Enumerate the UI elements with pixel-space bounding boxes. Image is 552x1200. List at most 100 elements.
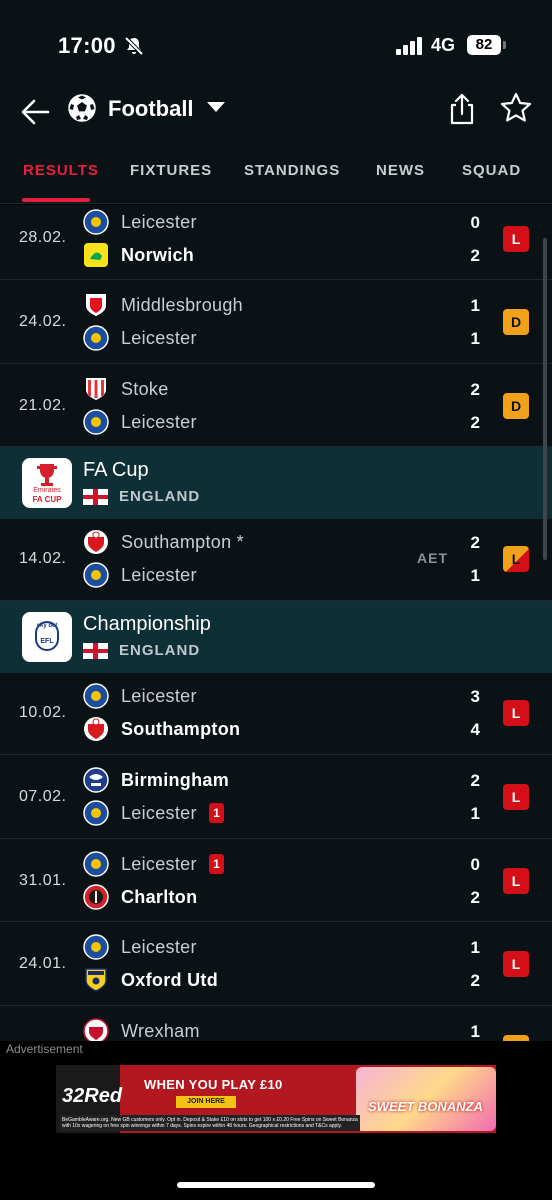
football-icon	[68, 94, 96, 122]
home-score: 2	[470, 771, 480, 790]
competition-name: FA Cup	[83, 459, 149, 481]
red-card-icon: 1	[209, 803, 224, 823]
sport-title[interactable]: Football	[108, 96, 194, 122]
competition-country: ENGLAND	[119, 488, 201, 505]
match-row[interactable]: Wrexham 1	[0, 1006, 552, 1041]
match-row[interactable]: 07.02. Birmingham 2 Leicester 1 1 L	[0, 755, 552, 839]
leicester-crest-icon	[83, 209, 109, 235]
competition-header-championship[interactable]: sky bet EFL Championship ENGLAND	[0, 601, 552, 673]
home-team: Leicester	[121, 937, 197, 957]
ad-headline: WHEN YOU PLAY £10	[144, 1077, 283, 1092]
ad-join-button[interactable]: JOIN HERE	[176, 1096, 236, 1108]
leicester-crest-icon	[83, 409, 109, 435]
ad-game-title: SWEET BONANZA	[368, 1099, 483, 1114]
stoke-crest-icon	[86, 378, 106, 400]
ad-small-print: BeGambleAware.org. New GB customers only…	[60, 1115, 360, 1131]
championship-logo: sky bet EFL	[22, 612, 72, 662]
results-list[interactable]: 28.02. Leicester 0 Norwich 2 L 24.02. Mi…	[0, 205, 552, 1041]
home-team: Wrexham	[121, 1021, 200, 1041]
competition-header-fa-cup[interactable]: Emirates FA CUP FA Cup ENGLAND	[0, 447, 552, 519]
match-date: 21.02.	[19, 397, 67, 414]
advertisement: Advertisement 32Red WHEN YOU PLAY £10 JO…	[0, 1041, 552, 1200]
share-icon[interactable]	[446, 92, 478, 126]
away-score: 1	[470, 329, 480, 348]
away-team: Leicester	[121, 328, 197, 348]
ad-label: Advertisement	[6, 1042, 83, 1056]
leicester-crest-icon	[83, 325, 109, 351]
home-score: 2	[470, 380, 480, 399]
leicester-crest-icon	[83, 851, 109, 877]
battery-tip	[503, 41, 506, 49]
result-badge: D	[503, 393, 529, 419]
match-row[interactable]: 24.01. Leicester 1 Oxford Utd 2 L	[0, 922, 552, 1006]
match-row[interactable]: 10.02. Leicester 3 Southampton 4 L	[0, 673, 552, 755]
tab-bar: RESULTS FIXTURES STANDINGS NEWS SQUAD	[0, 144, 552, 204]
result-badge: L	[503, 784, 529, 810]
leicester-crest-icon	[83, 683, 109, 709]
away-score: 1	[470, 804, 480, 823]
match-row[interactable]: 14.02. Southampton * 2 AET Leicester 1 L	[0, 519, 552, 601]
result-badge: L	[503, 951, 529, 977]
southampton-crest-icon	[84, 717, 108, 741]
home-team: Stoke	[121, 379, 169, 399]
away-score: 1	[470, 566, 480, 585]
red-card-icon: 1	[209, 854, 224, 874]
home-team: Southampton *	[121, 532, 244, 552]
home-team: Middlesbrough	[121, 295, 243, 315]
middlesbrough-crest-icon	[86, 294, 106, 316]
tab-standings[interactable]: STANDINGS	[244, 162, 340, 179]
match-row[interactable]: 21.02. Stoke 2 Leicester 2 D	[0, 364, 552, 447]
favorite-star-icon[interactable]	[500, 92, 532, 124]
birmingham-crest-icon	[83, 767, 109, 793]
home-team: Leicester	[121, 854, 197, 874]
result-badge: L	[503, 700, 529, 726]
championship-logo-text-2: EFL	[40, 638, 54, 645]
ad-game-image: SWEET BONANZA	[356, 1067, 496, 1131]
tab-results[interactable]: RESULTS	[23, 162, 99, 179]
away-team: Charlton	[121, 887, 198, 907]
leicester-crest-icon	[83, 934, 109, 960]
ad-brand: 32Red	[62, 1085, 123, 1107]
away-score: 2	[470, 246, 480, 265]
away-score: 2	[470, 413, 480, 432]
bell-muted-icon	[124, 36, 144, 56]
match-date: 07.02.	[19, 788, 67, 805]
home-team: Birmingham	[121, 770, 230, 790]
result-badge: L	[503, 868, 529, 894]
result-badge: D	[503, 309, 529, 335]
ad-banner[interactable]: 32Red WHEN YOU PLAY £10 JOIN HERE SWEET …	[56, 1065, 496, 1133]
england-flag-icon	[83, 489, 108, 505]
network-type: 4G	[431, 35, 456, 55]
chevron-down-icon[interactable]	[207, 102, 225, 112]
england-flag-icon	[83, 643, 108, 659]
match-date: 31.01.	[19, 872, 67, 889]
battery-icon: 82	[467, 35, 501, 55]
tab-fixtures[interactable]: FIXTURES	[130, 162, 212, 179]
home-score: 0	[470, 855, 480, 874]
signal-icon	[396, 37, 422, 55]
home-team: Leicester	[121, 212, 197, 232]
home-score: 2	[470, 533, 480, 552]
scrollbar[interactable]	[543, 238, 547, 560]
match-row[interactable]: 24.02. Middlesbrough 1 Leicester 1 D	[0, 280, 552, 364]
match-row[interactable]: 31.01. Leicester 1 0 Charlton 2 L	[0, 839, 552, 922]
leicester-crest-icon	[83, 562, 109, 588]
competition-country: ENGLAND	[119, 642, 201, 659]
away-team: Leicester	[121, 565, 197, 585]
oxford-crest-icon	[85, 968, 107, 992]
result-badge: L	[503, 546, 529, 572]
tab-news[interactable]: NEWS	[376, 162, 425, 179]
app-header: Football	[0, 88, 552, 144]
home-indicator[interactable]	[177, 1182, 375, 1188]
home-team: Leicester	[121, 686, 197, 706]
match-date: 24.02.	[19, 313, 67, 330]
home-score: 1	[470, 296, 480, 315]
match-row[interactable]: 28.02. Leicester 0 Norwich 2 L	[0, 205, 552, 280]
back-arrow-icon[interactable]	[18, 94, 54, 130]
tab-squad[interactable]: SQUAD	[462, 162, 521, 179]
away-team: Norwich	[121, 245, 195, 265]
home-score: 1	[470, 938, 480, 957]
fa-cup-logo: Emirates FA CUP	[22, 458, 72, 508]
fa-cup-logo-text-1: Emirates	[33, 487, 61, 494]
match-date: 28.02.	[19, 229, 67, 246]
